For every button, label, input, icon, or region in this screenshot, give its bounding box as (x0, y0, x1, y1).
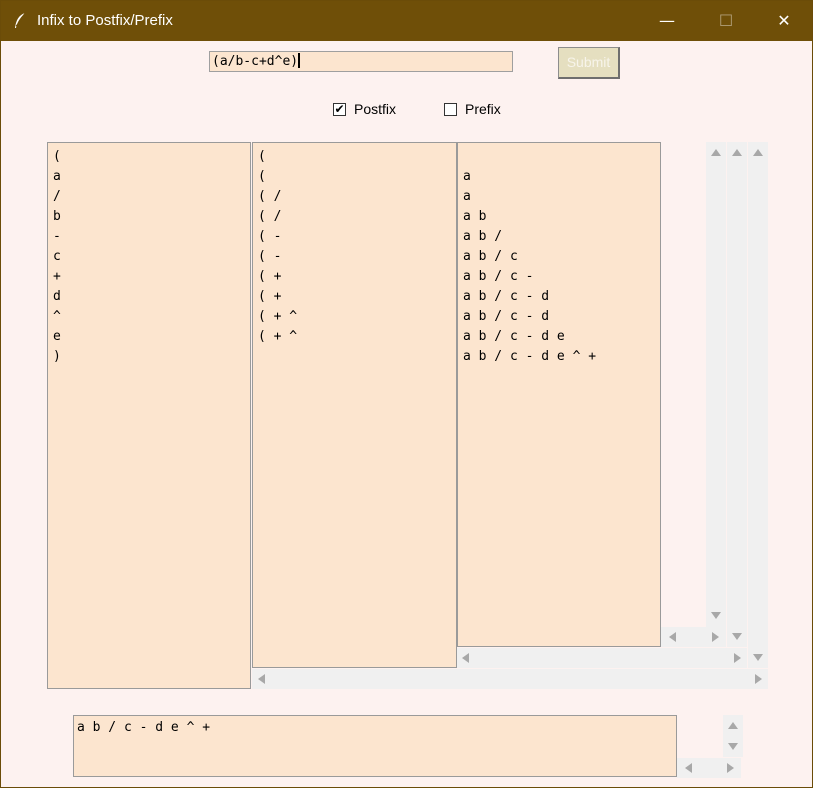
list-item[interactable]: b (48, 207, 250, 227)
list-item[interactable]: + (48, 267, 250, 287)
list-item[interactable]: ^ (48, 307, 250, 327)
close-button[interactable]: ✕ (761, 7, 807, 35)
list-item[interactable]: a (48, 167, 250, 187)
list-item[interactable]: e (48, 327, 250, 347)
list-item[interactable]: d (48, 287, 250, 307)
list-item[interactable]: ( + ^ (253, 327, 456, 347)
scroll-down-icon[interactable] (732, 633, 742, 640)
symbols-vertical-scrollbar[interactable] (748, 142, 768, 668)
list-item[interactable]: a b / c - d e (458, 327, 660, 347)
scroll-right-icon[interactable] (755, 674, 762, 684)
output-listbox[interactable]: a a a b a b / a b / c a b / c - a b / c … (457, 142, 661, 647)
list-item[interactable]: / (48, 187, 250, 207)
scroll-up-icon[interactable] (753, 149, 763, 156)
scroll-up-icon[interactable] (711, 149, 721, 156)
window-title: Infix to Postfix/Prefix (37, 12, 173, 29)
prefix-option[interactable]: Prefix (444, 100, 501, 118)
close-icon: ✕ (777, 11, 791, 30)
scroll-left-icon[interactable] (685, 763, 692, 773)
list-item[interactable]: ( / (253, 187, 456, 207)
postfix-option[interactable]: ✔ Postfix (333, 100, 396, 118)
list-item[interactable] (458, 147, 660, 167)
list-item[interactable]: ( (253, 147, 456, 167)
list-item[interactable]: ( + ^ (253, 307, 456, 327)
list-item[interactable]: ( - (253, 247, 456, 267)
prefix-checkbox[interactable] (444, 102, 457, 116)
list-item[interactable]: ( (253, 167, 456, 187)
list-item[interactable]: ( - (253, 227, 456, 247)
feather-icon (15, 12, 26, 28)
scroll-up-icon[interactable] (728, 722, 738, 729)
list-item[interactable]: ( + (253, 267, 456, 287)
list-item[interactable]: a (458, 167, 660, 187)
symbols-listbox[interactable]: ( a / b - c + d ^ e ) (47, 142, 251, 689)
symbols-horizontal-scrollbar[interactable] (252, 669, 768, 689)
list-item[interactable]: ( / (253, 207, 456, 227)
list-item[interactable]: ( (48, 147, 250, 167)
scroll-down-icon[interactable] (753, 654, 763, 661)
list-item[interactable]: a b / c - d (458, 307, 660, 327)
stack-vertical-scrollbar[interactable] (727, 142, 747, 647)
title-bar[interactable]: Infix to Postfix/Prefix — ☐ ✕ (1, 1, 812, 41)
expression-input-value: (a/b-c+d^e) (212, 54, 299, 69)
scroll-left-icon[interactable] (462, 653, 469, 663)
app-window: Infix to Postfix/Prefix — ☐ ✕ (a/b-c+d^e… (0, 0, 813, 788)
minimize-button[interactable]: — (644, 7, 690, 35)
prefix-label: Prefix (465, 101, 501, 117)
expression-input[interactable]: (a/b-c+d^e) (209, 51, 513, 72)
maximize-icon: ☐ (718, 11, 734, 30)
list-item[interactable]: a b / c - d e ^ + (458, 347, 660, 367)
scroll-right-icon[interactable] (712, 632, 719, 642)
submit-button[interactable]: Submit (558, 47, 620, 79)
list-item[interactable]: a b / c (458, 247, 660, 267)
scroll-down-icon[interactable] (728, 743, 738, 750)
list-item[interactable]: ) (48, 347, 250, 367)
maximize-button[interactable]: ☐ (703, 7, 749, 35)
list-item[interactable]: a b / (458, 227, 660, 247)
result-output[interactable]: a b / c - d e ^ + (73, 715, 677, 777)
scroll-right-icon[interactable] (734, 653, 741, 663)
list-item[interactable]: a (458, 187, 660, 207)
result-vertical-scrollbar[interactable] (723, 715, 743, 757)
stack-horizontal-scrollbar[interactable] (457, 648, 747, 668)
scroll-right-icon[interactable] (727, 763, 734, 773)
minimize-icon: — (659, 11, 675, 30)
scroll-down-icon[interactable] (711, 612, 721, 619)
postfix-checkbox[interactable]: ✔ (333, 102, 346, 116)
list-item[interactable]: a b / c - (458, 267, 660, 287)
stack-listbox[interactable]: ( ( ( / ( / ( - ( - ( + ( + ( + ^ ( + ^ (252, 142, 457, 668)
output-horizontal-scrollbar[interactable] (661, 627, 726, 647)
scroll-left-icon[interactable] (669, 632, 676, 642)
text-caret (298, 53, 301, 68)
list-item[interactable]: - (48, 227, 250, 247)
output-vertical-scrollbar[interactable] (706, 142, 726, 627)
list-item[interactable]: c (48, 247, 250, 267)
scroll-up-icon[interactable] (732, 149, 742, 156)
result-horizontal-scrollbar[interactable] (677, 758, 741, 778)
list-item[interactable]: ( + (253, 287, 456, 307)
list-item[interactable]: a b / c - d (458, 287, 660, 307)
list-item[interactable]: a b (458, 207, 660, 227)
postfix-label: Postfix (354, 101, 397, 117)
scroll-left-icon[interactable] (258, 674, 265, 684)
